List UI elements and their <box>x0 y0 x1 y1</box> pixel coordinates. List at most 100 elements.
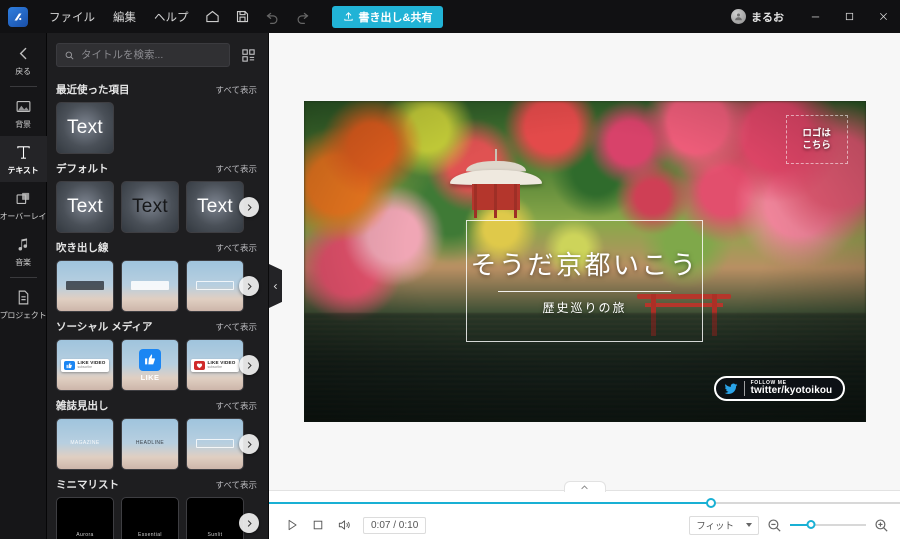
show-all-magazine[interactable]: すべて表示 <box>215 400 257 412</box>
thumb-row-minimal: Aurora Essential Sunlit <box>56 497 268 539</box>
follow-badge[interactable]: FOLLOW ME twitter/kyotoikou <box>713 376 846 402</box>
section-header-recent: 最近使った項目 すべて表示 <box>56 75 268 102</box>
thumb-magazine-3[interactable] <box>186 418 244 470</box>
next-arrow-default[interactable] <box>239 197 259 217</box>
app-logo-icon[interactable] <box>8 6 28 27</box>
next-arrow-callout[interactable] <box>239 276 259 296</box>
thumb-callout-2[interactable] <box>121 260 179 312</box>
maximize-icon[interactable] <box>832 0 866 33</box>
search-input[interactable] <box>81 49 222 61</box>
close-icon[interactable] <box>866 0 900 33</box>
video-editor-window: ファイル 編集 ヘルプ 書き出し&共有 まるお 戻る 背景 テキスト オーバーレ… <box>0 0 900 539</box>
show-all-callout[interactable]: すべて表示 <box>215 242 257 254</box>
view-controls: フィット <box>689 515 890 535</box>
next-arrow-magazine[interactable] <box>239 434 259 454</box>
minimize-icon[interactable] <box>798 0 832 33</box>
save-icon[interactable] <box>229 5 257 29</box>
rail-item-overlay[interactable]: オーバーレイ <box>0 182 47 228</box>
progress-handle[interactable] <box>705 498 716 508</box>
rail-item-back[interactable]: 戻る <box>0 37 47 83</box>
thumb-row-recent: Text <box>56 102 268 154</box>
expand-timeline-button[interactable] <box>563 481 606 492</box>
thumb-callout-1[interactable] <box>56 260 114 312</box>
like-video-pill: LIKE VIDEO subscribe <box>191 358 239 372</box>
thumb-text-default-2[interactable]: Text <box>121 181 179 233</box>
thumb-text-recent-1[interactable]: Text <box>56 102 114 154</box>
next-arrow-minimal[interactable] <box>239 513 259 533</box>
library-scroll-area[interactable]: 最近使った項目 すべて表示 Text デフォルト すべて表示 Text Text… <box>47 75 268 539</box>
thumb-minimal-1[interactable]: Aurora <box>56 497 114 539</box>
home-icon[interactable] <box>199 5 227 29</box>
search-icon <box>65 51 74 59</box>
next-arrow-social[interactable] <box>239 355 259 375</box>
show-all-default[interactable]: すべて表示 <box>215 163 257 175</box>
player-controls: 0:07 / 0:10 フィット <box>269 510 900 539</box>
thumb-magazine-1[interactable]: MAGAZINE <box>56 418 114 470</box>
thumb-row-default: Text Text Text <box>56 181 268 233</box>
rail-item-text[interactable]: テキスト <box>0 136 47 182</box>
menu-file[interactable]: ファイル <box>40 5 104 29</box>
undo-icon[interactable] <box>259 5 287 29</box>
rail-item-project[interactable]: プロジェクト <box>0 281 47 327</box>
redo-icon[interactable] <box>289 5 317 29</box>
video-canvas[interactable]: そうだ京都いこう 歴史巡りの旅 ロゴは こちら FOLLOW ME twitte… <box>303 101 866 422</box>
thumb-minimal-2[interactable]: Essential <box>121 497 179 539</box>
thumbs-up-icon <box>64 360 76 370</box>
thumb-social-2[interactable]: LIKE <box>121 339 179 391</box>
text-icon <box>15 143 32 162</box>
thumb-minimal-3[interactable]: Sunlit <box>186 497 244 539</box>
section-header-minimal: ミニマリスト すべて表示 <box>56 470 268 497</box>
section-title-magazine: 雑誌見出し <box>56 400 109 412</box>
menu-help[interactable]: ヘルプ <box>145 5 198 29</box>
thumb-text-default-1[interactable]: Text <box>56 181 114 233</box>
rail-item-background[interactable]: 背景 <box>0 90 47 136</box>
show-all-minimal[interactable]: すべて表示 <box>215 479 257 491</box>
thumb-social-1[interactable]: LIKE VIDEO subscribe <box>56 339 114 391</box>
play-button[interactable] <box>279 513 305 537</box>
thumb-row-callout <box>56 260 268 312</box>
grid-view-icon[interactable] <box>237 44 259 66</box>
twitter-bird-icon <box>724 383 737 394</box>
show-all-recent[interactable]: すべて表示 <box>215 84 257 96</box>
show-all-social[interactable]: すべて表示 <box>215 321 257 333</box>
chevron-down-icon <box>746 523 752 527</box>
zoom-slider[interactable] <box>790 519 866 531</box>
logo-placeholder-line1: ロゴは <box>802 127 831 139</box>
logo-placeholder[interactable]: ロゴは こちら <box>785 115 848 164</box>
thumb-text-default-3[interactable]: Text <box>186 181 244 233</box>
section-title-default: デフォルト <box>56 163 109 175</box>
rail-item-music[interactable]: 音楽 <box>0 228 47 274</box>
volume-icon <box>338 520 350 530</box>
section-header-social: ソーシャル メディア すべて表示 <box>56 312 268 339</box>
thumb-row-social: LIKE VIDEO subscribe LIKE LIKE VIDEO sub… <box>56 339 268 391</box>
volume-button[interactable] <box>331 513 357 537</box>
thumb-magazine-2[interactable]: HEADLINE <box>121 418 179 470</box>
heart-icon <box>194 360 206 370</box>
zoom-out-icon <box>768 518 781 532</box>
section-header-magazine: 雑誌見出し すべて表示 <box>56 391 268 418</box>
rail-label-text: テキスト <box>7 166 39 175</box>
zoom-handle[interactable] <box>806 520 816 529</box>
playback-progress-slider[interactable] <box>269 498 900 508</box>
time-display: 0:07 / 0:10 <box>363 516 427 534</box>
section-title-minimal: ミニマリスト <box>56 479 119 491</box>
section-header-callout: 吹き出し線 すべて表示 <box>56 233 268 260</box>
player-bar: 0:07 / 0:10 フィット <box>269 481 900 539</box>
fit-mode-select[interactable]: フィット <box>689 515 759 535</box>
user-account[interactable]: まるお <box>731 9 784 25</box>
collapse-panel-handle[interactable] <box>269 264 282 308</box>
chevron-left-icon <box>15 44 32 63</box>
thumb-caption: MAGAZINE <box>70 440 100 446</box>
export-share-button[interactable]: 書き出し&共有 <box>331 5 444 28</box>
thumb-caption: Essential <box>138 532 162 538</box>
stop-button[interactable] <box>305 513 331 537</box>
rail-divider-1 <box>9 86 37 87</box>
progress-fill <box>269 502 711 504</box>
thumb-label: Text <box>131 196 169 217</box>
thumb-callout-3[interactable] <box>186 260 244 312</box>
thumb-social-3[interactable]: LIKE VIDEO subscribe <box>186 339 244 391</box>
chevron-up-icon <box>581 484 588 489</box>
search-box[interactable] <box>56 43 230 67</box>
menu-edit[interactable]: 編集 <box>104 5 145 29</box>
title-overlay[interactable]: そうだ京都いこう 歴史巡りの旅 <box>466 219 703 342</box>
